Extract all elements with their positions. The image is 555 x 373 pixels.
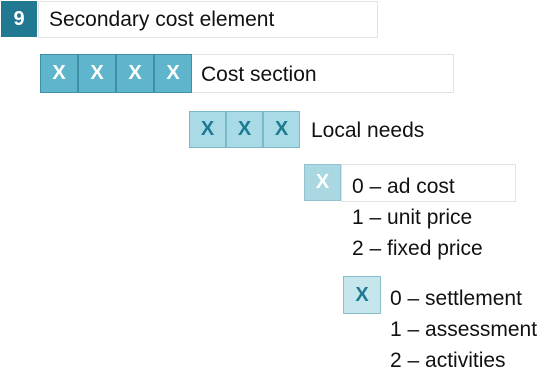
level1-title: Secondary cost element xyxy=(49,8,275,31)
level5-option: 0 – settlement xyxy=(390,287,522,310)
level4-option: 2 – fixed price xyxy=(352,237,483,260)
level4-option: 0 – ad cost xyxy=(352,175,455,198)
level2-cell: X xyxy=(78,54,116,93)
level2-cell: X xyxy=(40,54,78,93)
level2-cell: X xyxy=(116,54,154,93)
level3-code-cells: X X X xyxy=(189,111,300,148)
level5-code-cells: X xyxy=(343,276,381,314)
level4-cell: X xyxy=(304,164,341,201)
level3-label: Local needs xyxy=(311,119,425,142)
level5-option: 2 – activities xyxy=(390,349,506,372)
level5-option: 1 – assessment xyxy=(390,318,538,341)
level3-cell: X xyxy=(263,111,300,148)
level2-code-cells: X X X X xyxy=(40,54,192,93)
level4-option: 1 – unit price xyxy=(352,206,473,229)
level2-label: Cost section xyxy=(201,63,317,86)
level4-code-cells: X xyxy=(304,164,341,201)
level5-cell: X xyxy=(343,276,381,314)
level2-cell: X xyxy=(154,54,192,93)
level3-cell: X xyxy=(226,111,263,148)
level3-cell: X xyxy=(189,111,226,148)
level1-badge: 9 xyxy=(1,1,37,37)
